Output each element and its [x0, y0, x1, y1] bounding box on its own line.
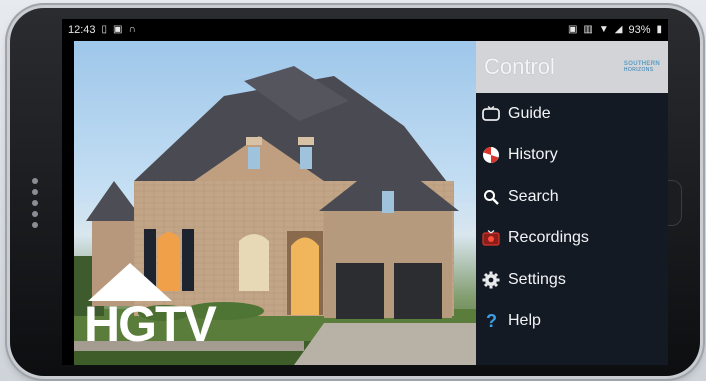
- menu-title: Control: [484, 54, 555, 79]
- menu-item-history[interactable]: History: [476, 135, 668, 177]
- live-tv-video[interactable]: HGTV: [74, 41, 476, 365]
- menu-item-label: History: [508, 146, 558, 164]
- tv-icon: [480, 103, 502, 125]
- headset-icon: ∩: [128, 24, 136, 35]
- menu-item-recordings[interactable]: Recordings: [476, 218, 668, 260]
- menu-item-settings[interactable]: Settings: [476, 259, 668, 301]
- phone-speaker-dots: [32, 178, 40, 228]
- signal-icon: ◢: [614, 24, 623, 35]
- vibrate-icon: ▥: [583, 24, 593, 35]
- battery-percent: 93%: [628, 24, 651, 36]
- menu-item-label: Settings: [508, 270, 566, 288]
- wifi-icon: ▼: [598, 24, 609, 35]
- svg-text:?: ?: [486, 311, 497, 331]
- history-icon: [480, 144, 502, 166]
- menu-item-search[interactable]: Search: [476, 176, 668, 218]
- search-icon: [480, 186, 502, 208]
- screenshot-stage: 12:43 ▯ ▣ ∩ ▣ ▥ ▼ ◢ 93% ▮ HGTV Control S…: [0, 0, 706, 381]
- provider-logo: SOUTHERN HORIZONS: [623, 61, 660, 73]
- phone-screen: 12:43 ▯ ▣ ∩ ▣ ▥ ▼ ◢ 93% ▮ HGTV Control S…: [62, 19, 668, 365]
- status-time: 12:43: [68, 24, 96, 36]
- recordings-icon: [480, 227, 502, 249]
- phone-frame: 12:43 ▯ ▣ ∩ ▣ ▥ ▼ ◢ 93% ▮ HGTV Control S…: [10, 8, 700, 376]
- nfc-icon: ▣: [567, 24, 578, 35]
- battery-icon: ▮: [656, 24, 662, 35]
- menu-item-label: Recordings: [508, 229, 589, 247]
- menu-item-label: Guide: [508, 104, 551, 122]
- menu-item-help[interactable]: ? Help: [476, 301, 668, 343]
- control-menu: Control SOUTHERN HORIZONS Guide History …: [476, 41, 668, 365]
- menu-list: Guide History Search Recordings Settings…: [476, 93, 668, 342]
- menu-item-label: Help: [508, 312, 541, 330]
- menu-item-label: Search: [508, 187, 559, 205]
- notification-icon: ▣: [113, 24, 123, 35]
- channel-logo: HGTV: [84, 296, 217, 352]
- help-icon: ?: [480, 310, 502, 332]
- menu-header: Control SOUTHERN HORIZONS: [476, 41, 668, 93]
- status-bar: 12:43 ▯ ▣ ∩ ▣ ▥ ▼ ◢ 93% ▮: [62, 19, 668, 41]
- alarm-icon: ▯: [101, 24, 108, 35]
- gear-icon: [480, 269, 502, 291]
- menu-item-guide[interactable]: Guide: [476, 93, 668, 135]
